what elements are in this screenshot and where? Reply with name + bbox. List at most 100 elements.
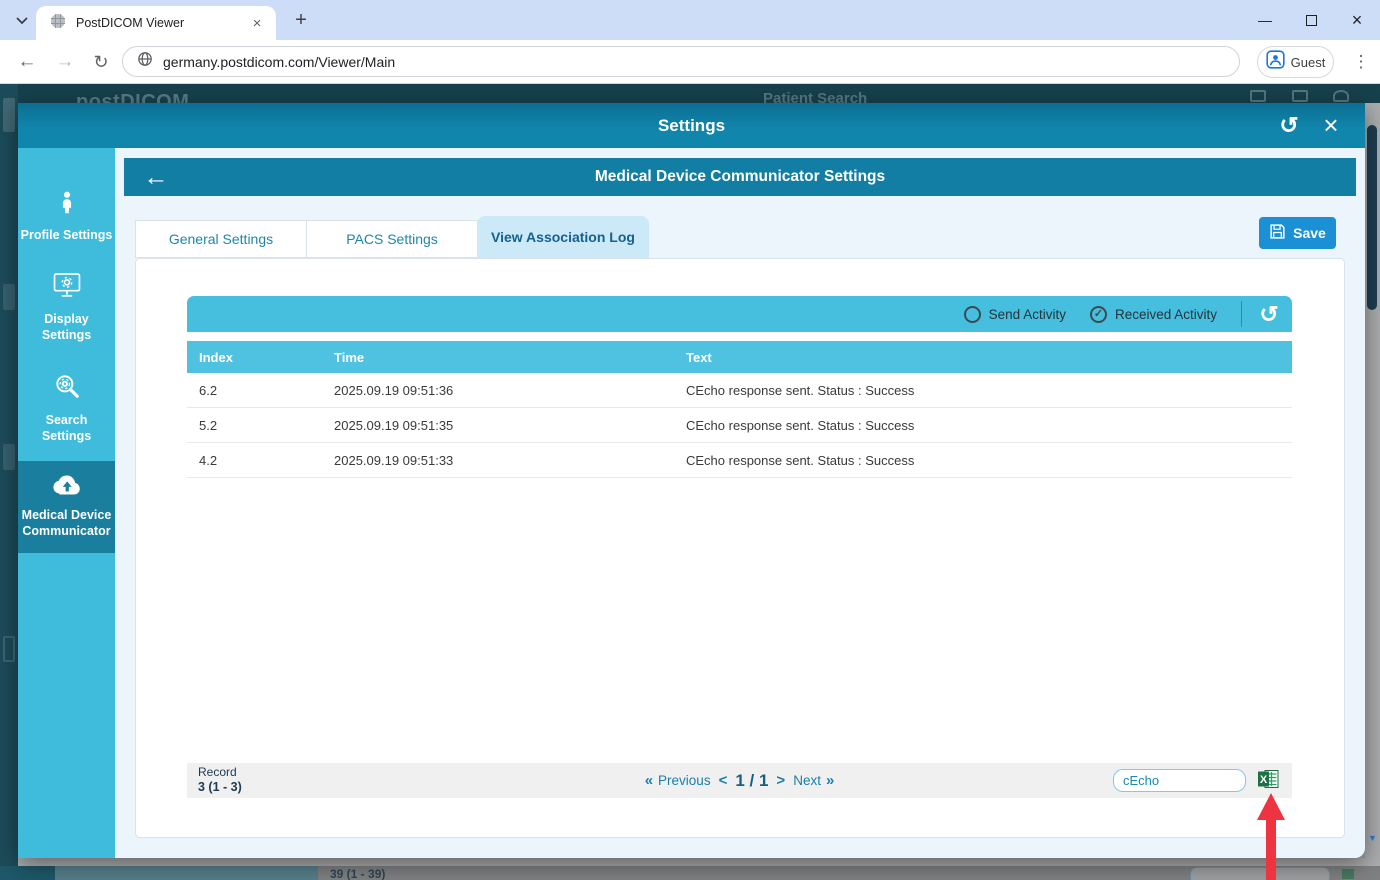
chevron-down-icon: [16, 12, 28, 30]
dimmed-header-icon: [1333, 90, 1349, 102]
toolbar-divider: [1241, 301, 1242, 327]
tab-title: PostDICOM Viewer: [76, 16, 248, 30]
address-bar[interactable]: germany.postdicom.com/Viewer/Main: [122, 46, 1240, 77]
save-button-label: Save: [1293, 225, 1326, 241]
favicon: [50, 13, 66, 34]
dimmed-sidebar-icon: [3, 98, 15, 132]
table-row: 5.2 2025.09.19 09:51:35 CEcho response s…: [187, 408, 1292, 443]
excel-icon: X: [1258, 769, 1279, 792]
sidebar-item-display-settings[interactable]: Display Settings: [18, 260, 115, 357]
previous-page-button[interactable]: « Previous: [645, 772, 711, 789]
browser-tabstrip: PostDICOM Viewer × + — ×: [0, 0, 1380, 40]
dimmed-header-icon: [1250, 90, 1266, 102]
next-label: Next: [793, 773, 821, 788]
profile-label: Guest: [1291, 55, 1326, 70]
window-controls: — ×: [1242, 0, 1380, 40]
chevron-right-icon[interactable]: >: [776, 772, 785, 789]
browser-tab[interactable]: PostDICOM Viewer ×: [36, 6, 276, 40]
cell-time: 2025.09.19 09:51:35: [334, 418, 686, 433]
column-header-time: Time: [334, 350, 686, 365]
maximize-icon: [1306, 15, 1317, 26]
modal-refresh-button[interactable]: ↺: [1269, 103, 1309, 148]
sidebar-item-profile-settings[interactable]: Profile Settings: [18, 178, 115, 257]
person-icon: [56, 190, 78, 220]
subheader-title: Medical Device Communicator Settings: [595, 168, 885, 186]
dimmed-sidebar-icon: [3, 636, 15, 662]
sidebar-item-label: Display Settings: [20, 311, 113, 343]
log-footer: Record 3 (1 - 3) « Previous < 1 / 1 >: [187, 763, 1292, 798]
forward-button[interactable]: →: [50, 40, 80, 84]
subheader: ← Medical Device Communicator Settings: [124, 158, 1356, 196]
next-page-button[interactable]: Next »: [793, 772, 834, 789]
page-indicator: 1 / 1: [735, 771, 768, 791]
log-table: Index Time Text 6.2 2025.09.19 09:51:36 …: [187, 341, 1292, 478]
cell-index: 4.2: [187, 453, 334, 468]
send-activity-radio[interactable]: Send Activity: [964, 306, 1066, 323]
url-text: germany.postdicom.com/Viewer/Main: [163, 54, 395, 70]
column-header-text: Text: [686, 350, 1292, 365]
maximize-button[interactable]: [1288, 0, 1334, 40]
sidebar-item-medical-device-communicator[interactable]: Medical Device Communicator: [18, 461, 115, 553]
annotation-arrow-head: [1257, 793, 1285, 820]
dimmed-app-header: postDICOM Patient Search: [0, 84, 1380, 103]
pagination: « Previous < 1 / 1 > Next »: [645, 771, 835, 791]
new-tab-button[interactable]: +: [288, 7, 314, 33]
scrollbar-thumb[interactable]: [1367, 125, 1377, 310]
cell-index: 6.2: [187, 383, 334, 398]
chevron-left-icon[interactable]: <: [719, 772, 728, 789]
cell-text: CEcho response sent. Status : Success: [686, 383, 1292, 398]
browser-menu-button[interactable]: ⋮: [1346, 40, 1376, 84]
back-button[interactable]: ←: [12, 40, 42, 84]
save-button[interactable]: Save: [1259, 217, 1336, 249]
dimmed-page-title: Patient Search: [763, 90, 867, 103]
tab-general-settings[interactable]: General Settings: [135, 220, 307, 258]
scroll-down-arrow[interactable]: ▼: [1368, 833, 1377, 843]
site-info-icon[interactable]: [137, 51, 153, 72]
profile-button[interactable]: Guest: [1257, 46, 1334, 78]
dimmed-search-input: [1190, 867, 1330, 880]
received-activity-radio[interactable]: ✓ Received Activity: [1090, 306, 1217, 323]
association-log-card: Send Activity ✓ Received Activity ↺ Inde…: [135, 258, 1345, 838]
table-header-row: Index Time Text: [187, 341, 1292, 373]
dimmed-app-sidebar: [0, 84, 18, 880]
sidebar-item-label: Profile Settings: [21, 227, 113, 243]
tab-view-association-log[interactable]: View Association Log: [477, 216, 649, 258]
tab-search-button[interactable]: [10, 9, 34, 33]
settings-sidebar: Profile Settings Display Settings Search…: [18, 148, 115, 858]
search-gear-icon: [53, 372, 81, 405]
sidebar-item-label: Medical Device Communicator: [20, 507, 113, 539]
dimmed-sidebar-icon: [3, 284, 15, 310]
window-close-button[interactable]: ×: [1334, 0, 1380, 40]
cell-time: 2025.09.19 09:51:36: [334, 383, 686, 398]
guest-avatar-icon: [1266, 50, 1285, 74]
reload-button[interactable]: ↻: [86, 40, 116, 84]
column-header-index: Index: [187, 350, 334, 365]
radio-unchecked-icon: [964, 306, 981, 323]
dimmed-page-strip: [18, 858, 1380, 866]
log-refresh-button[interactable]: ↺: [1254, 296, 1284, 332]
received-activity-label: Received Activity: [1115, 307, 1217, 322]
display-gear-icon: [52, 272, 82, 304]
record-count: 3 (1 - 3): [198, 780, 242, 794]
export-excel-button[interactable]: X: [1257, 771, 1279, 791]
dimmed-footer-sidebar: [55, 866, 318, 880]
association-log-panel: Send Activity ✓ Received Activity ↺ Inde…: [187, 296, 1292, 796]
cloud-icon: [51, 473, 83, 500]
tab-pacs-settings[interactable]: PACS Settings: [306, 220, 478, 258]
tab-close-icon[interactable]: ×: [248, 14, 266, 32]
floppy-icon: [1269, 223, 1286, 243]
radio-checked-icon: ✓: [1090, 306, 1107, 323]
modal-close-button[interactable]: ×: [1311, 103, 1351, 148]
settings-modal-header: Settings ↺ ×: [18, 103, 1365, 148]
settings-content: ← Medical Device Communicator Settings G…: [115, 148, 1365, 858]
footer-right-group: X: [1113, 769, 1279, 792]
record-summary: Record 3 (1 - 3): [187, 766, 242, 794]
sidebar-item-search-settings[interactable]: Search Settings: [18, 360, 115, 458]
cell-time: 2025.09.19 09:51:33: [334, 453, 686, 468]
log-search-input[interactable]: [1113, 769, 1246, 792]
back-arrow-button[interactable]: ←: [138, 158, 174, 196]
check-icon: ✓: [1094, 309, 1103, 320]
dimmed-app-logo: postDICOM: [76, 91, 189, 103]
dimmed-footer-left: [0, 866, 55, 880]
minimize-button[interactable]: —: [1242, 0, 1288, 40]
